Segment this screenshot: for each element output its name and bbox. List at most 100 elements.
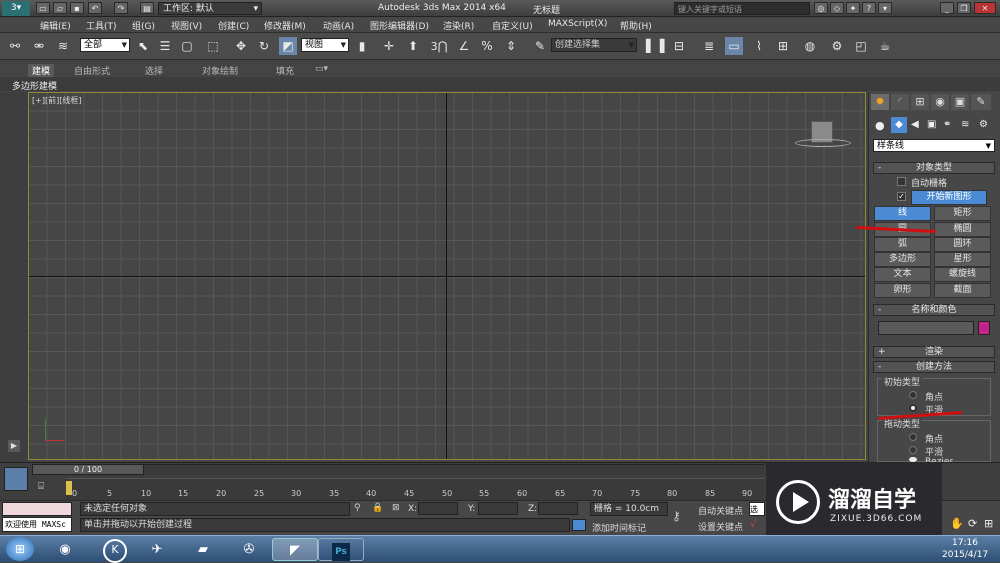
pan-icon[interactable]: ✋	[950, 517, 964, 531]
material-editor-icon[interactable]: ◍	[801, 37, 819, 55]
object-name-field[interactable]	[878, 321, 974, 335]
align-icon[interactable]: ⊟	[670, 37, 688, 55]
menu-group[interactable]: 组(G)	[132, 19, 155, 32]
add-time-tag[interactable]: 添加时间标记	[592, 521, 646, 534]
move-icon[interactable]: ✥	[232, 37, 250, 55]
percent-snap-icon[interactable]: %	[478, 37, 496, 55]
viewport-mode-menu[interactable]: [线框]	[59, 96, 81, 105]
front-viewport[interactable]: [+][前][线框]	[28, 92, 866, 460]
viewport-plus-menu[interactable]: [+]	[32, 96, 45, 105]
start-new-shape-checkbox[interactable]: ✓	[897, 192, 906, 201]
expand-arrow-icon[interactable]: ▶	[8, 440, 20, 452]
systems-icon[interactable]: ⚙	[979, 119, 993, 133]
curve-editor-icon[interactable]: ⌇	[750, 37, 768, 55]
render-setup-icon[interactable]: ⚙	[828, 37, 846, 55]
x-coordinate-field[interactable]	[418, 502, 458, 515]
arc-button[interactable]: 弧	[874, 237, 931, 252]
motion-tab-icon[interactable]: ◉	[931, 94, 949, 110]
polygon-modeling-label[interactable]: 多边形建模	[12, 79, 57, 92]
close-icon[interactable]: ✕	[974, 2, 996, 14]
name-color-rollout-header[interactable]: - 名称和颜色	[873, 304, 995, 316]
menu-help[interactable]: 帮助(H)	[620, 19, 652, 32]
undo-icon[interactable]: ↶	[88, 2, 102, 14]
workspace-dropdown[interactable]: 工作区: 默认 ▾	[158, 2, 262, 15]
graphite-toggle-icon[interactable]: ▭	[725, 37, 743, 55]
helix-button[interactable]: 螺旋线	[934, 267, 991, 282]
ribbon-tab-selection[interactable]: 选择	[145, 64, 163, 77]
link-icon[interactable]: ⚯	[6, 37, 24, 55]
set-key-label[interactable]: 设置关键点	[698, 520, 743, 533]
geometry-icon[interactable]: ●	[875, 119, 889, 133]
display-tab-icon[interactable]: ▣	[951, 94, 969, 110]
lights-icon[interactable]: ◀	[911, 119, 925, 133]
rect-selection-icon[interactable]: ▢	[178, 37, 196, 55]
maxscript-mini-listener-pink[interactable]	[2, 502, 72, 516]
bird-app-taskbar-icon[interactable]: ✈	[134, 538, 180, 561]
absolute-mode-icon[interactable]: ⊠	[392, 503, 404, 515]
scale-icon[interactable]: ◩	[279, 37, 297, 55]
maximize-viewport-icon[interactable]: ⊞	[984, 517, 998, 531]
time-tag-icon[interactable]	[572, 519, 586, 531]
key-icon[interactable]: ⚷	[672, 509, 690, 523]
ribbon-tab-modeling[interactable]: 建模	[28, 64, 55, 77]
open-file-icon[interactable]: ▱	[53, 2, 67, 14]
reference-coordinate-dropdown[interactable]: 视图	[301, 38, 349, 52]
z-coordinate-field[interactable]	[538, 502, 578, 515]
photoshop-taskbar-icon[interactable]: Ps	[318, 538, 364, 561]
create-tab-icon[interactable]: ✹	[871, 94, 889, 110]
viewport-view-menu[interactable]: [前]	[45, 96, 59, 105]
spinner-snap-icon[interactable]: ⇕	[502, 37, 520, 55]
start-button[interactable]: ⊞	[6, 537, 34, 561]
named-selection-dropdown[interactable]: 创建选择集	[551, 38, 637, 52]
hierarchy-tab-icon[interactable]: ⊞	[911, 94, 929, 110]
schematic-view-icon[interactable]: ⊞	[774, 37, 792, 55]
donut-button[interactable]: 圆环	[934, 237, 991, 252]
menu-maxscript[interactable]: MAXScript(X)	[548, 19, 607, 29]
app-logo-icon[interactable]: 3▾	[2, 1, 30, 16]
help-dropdown-icon[interactable]: ▾	[878, 2, 892, 14]
autogrid-checkbox[interactable]	[897, 177, 906, 186]
keyboard-shortcut-icon[interactable]: ⬆	[404, 37, 422, 55]
selection-filter-dropdown[interactable]: 全部	[80, 38, 130, 52]
window-crossing-icon[interactable]: ⬚	[204, 37, 222, 55]
minimize-icon[interactable]: _	[940, 2, 954, 14]
select-manipulate-icon[interactable]: ✛	[380, 37, 398, 55]
modify-tab-icon[interactable]: ◜	[891, 94, 909, 110]
maxscript-mini-listener[interactable]: 欢迎使用 MAXSc	[2, 517, 72, 532]
object-color-swatch[interactable]	[978, 321, 990, 335]
explorer-taskbar-icon[interactable]: ▰	[180, 538, 226, 561]
track-bar-filter-icon[interactable]: ⌸	[38, 481, 52, 495]
3dsmax-taskbar-icon[interactable]: ◤	[272, 538, 318, 561]
initial-corner-radio[interactable]	[909, 391, 917, 399]
menu-animation[interactable]: 动画(A)	[323, 19, 354, 32]
rotate-icon[interactable]: ↻	[255, 37, 273, 55]
line-button[interactable]: 线	[874, 206, 931, 221]
isolate-icon[interactable]: ⚲	[354, 503, 366, 515]
ellipse-button[interactable]: 椭圆	[934, 222, 991, 237]
viewport-label[interactable]: [+][前][线框]	[32, 95, 81, 106]
timeline-track[interactable]: 0 5 10 15 20 25 30 35 40 45 50 55 60 65 …	[66, 478, 764, 500]
layer-manager-icon[interactable]: ≣	[700, 37, 718, 55]
menu-rendering[interactable]: 渲染(R)	[443, 19, 474, 32]
mirror-icon[interactable]: ▌▐	[646, 37, 664, 55]
menu-customize[interactable]: 自定义(U)	[492, 19, 533, 32]
edit-named-sets-icon[interactable]: ✎	[531, 37, 549, 55]
shapes-icon[interactable]: ◆	[891, 117, 907, 133]
utilities-tab-icon[interactable]: ✎	[971, 94, 991, 110]
redo-icon[interactable]: ↷	[114, 2, 128, 14]
help-icon[interactable]: ?	[862, 2, 876, 14]
drag-smooth-radio[interactable]	[909, 446, 917, 454]
k-app-taskbar-icon[interactable]: K	[92, 538, 138, 563]
render-production-icon[interactable]: ☕	[876, 37, 894, 55]
star-button[interactable]: 星形	[934, 252, 991, 267]
lock-selection-icon[interactable]: 🔒	[372, 503, 384, 515]
menu-modifiers[interactable]: 修改器(M)	[264, 19, 306, 32]
select-object-icon[interactable]: ⬉	[134, 37, 152, 55]
egg-button[interactable]: 卵形	[874, 283, 931, 298]
ngon-button[interactable]: 多边形	[874, 252, 931, 267]
orbit-icon[interactable]: ⟳	[968, 517, 982, 531]
time-slider-track[interactable]	[144, 464, 764, 475]
communication-icon[interactable]: ✦	[846, 2, 860, 14]
text-button[interactable]: 文本	[874, 267, 931, 282]
clock-time[interactable]: 17:16	[952, 538, 978, 548]
